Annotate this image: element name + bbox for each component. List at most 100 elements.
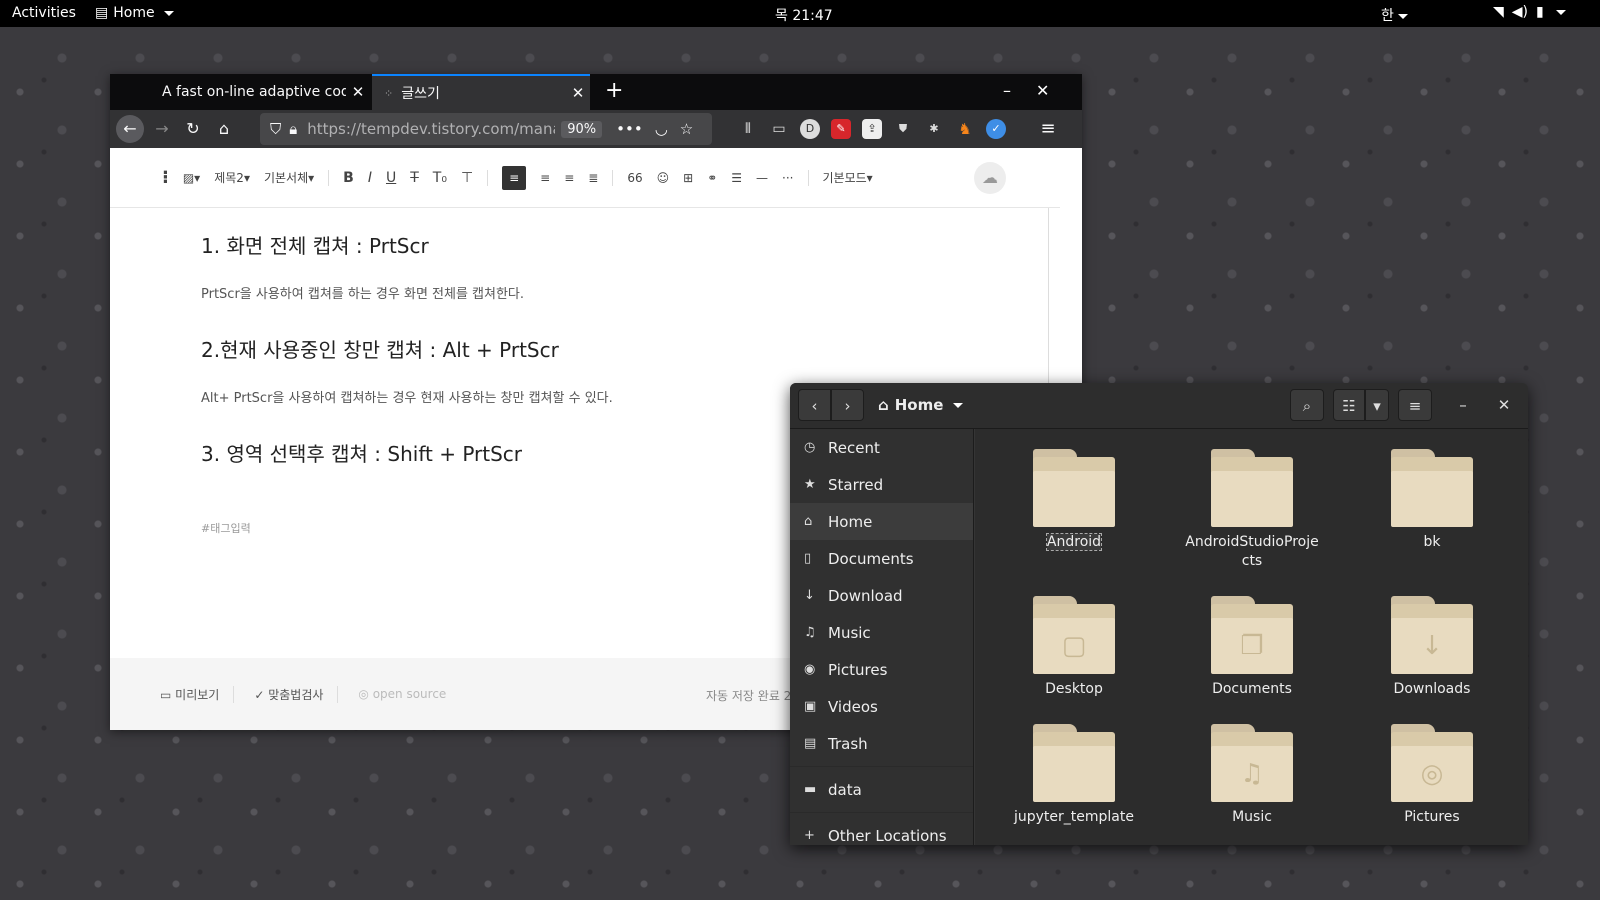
search-icon[interactable]: ⌕	[1290, 389, 1324, 421]
sidebar-item-videos[interactable]: ▣ Videos	[790, 688, 973, 725]
app-menu[interactable]: ▤ Home	[95, 5, 174, 21]
tab-write[interactable]: ⁘ 글쓰기 ✕	[372, 74, 590, 110]
folder-icon	[1033, 724, 1115, 802]
strikethrough-icon[interactable]: T	[410, 170, 419, 186]
bookmark-star-icon[interactable]: ☆	[680, 120, 693, 138]
battery-icon: ▮	[1536, 4, 1544, 20]
zoom-indicator[interactable]: 90%	[561, 120, 603, 138]
table-icon[interactable]: ⊞	[683, 171, 693, 185]
location-button[interactable]: ⌂ Home	[878, 396, 964, 414]
folder-item-pictures[interactable]: ◎ Pictures	[1357, 724, 1507, 827]
input-method-indicator[interactable]: 한	[1381, 5, 1408, 25]
sidebar-item-recent[interactable]: ◷ Recent	[790, 429, 973, 466]
minimize-icon[interactable]: –	[1446, 389, 1480, 421]
blue-extension-icon[interactable]: ✓	[986, 119, 1006, 139]
emoji-icon[interactable]: ☺	[657, 171, 670, 185]
folder-item-androidstudioprojects[interactable]: AndroidStudioProjects	[1177, 449, 1327, 571]
library-icon[interactable]: ⫴	[738, 119, 758, 139]
sidebar-item-home[interactable]: ⌂ Home	[790, 503, 973, 540]
sidebar-item-label: Music	[828, 623, 871, 642]
sidebar-item-starred[interactable]: ★ Starred	[790, 466, 973, 503]
justify-icon[interactable]: ≣	[588, 171, 598, 185]
lock-icon[interactable]: 🔒︎	[289, 120, 297, 138]
sidebar-item-pictures[interactable]: ◉ Pictures	[790, 651, 973, 688]
metamask-icon[interactable]: ♞	[955, 119, 975, 139]
align-center-icon[interactable]: ≡	[540, 171, 550, 185]
list-view-icon[interactable]: ☷	[1333, 389, 1365, 421]
tag-input[interactable]: #태그입력	[201, 520, 251, 536]
red-extension-icon[interactable]: ✎	[831, 119, 851, 139]
back-icon[interactable]: ‹	[798, 389, 831, 421]
sidebar-item-label: Starred	[828, 475, 884, 494]
d-extension-icon[interactable]: D	[800, 119, 820, 139]
tistory-logo-icon[interactable]: ⁝	[162, 167, 169, 188]
bold-icon[interactable]: B	[343, 170, 354, 186]
close-tab-icon[interactable]: ✕	[346, 83, 370, 101]
open-source-link[interactable]: ◎ open source	[358, 687, 446, 701]
forward-button[interactable]: →	[150, 117, 174, 141]
folder-item-desktop[interactable]: ▢ Desktop	[999, 596, 1149, 699]
mode-select[interactable]: 기본모드▾	[823, 169, 873, 186]
forward-icon[interactable]: ›	[831, 389, 864, 421]
sidebar-item-music[interactable]: ♫ Music	[790, 614, 973, 651]
sidebar-item-trash[interactable]: ▤ Trash	[790, 725, 973, 762]
underline-icon[interactable]: U	[386, 170, 396, 186]
trash-icon: ▤	[804, 736, 817, 751]
ublock-icon[interactable]: ⛊	[893, 119, 913, 139]
align-right-icon[interactable]: ≡	[564, 171, 574, 185]
sidebar-item-download[interactable]: ↓ Download	[790, 577, 973, 614]
preview-button[interactable]: ▭ 미리보기	[160, 685, 235, 703]
home-button[interactable]: ⌂	[212, 117, 236, 141]
close-icon[interactable]: ✕	[1487, 389, 1521, 421]
cloud-save-icon[interactable]: ☁	[974, 162, 1006, 194]
post-heading: 1. 화면 전체 캡쳐 : PrtScr	[201, 234, 429, 258]
post-body[interactable]: 1. 화면 전체 캡쳐 : PrtScr PrtScr을 사용하여 캡쳐를 하는…	[201, 230, 613, 491]
folder-item-music[interactable]: ♫ Music	[1177, 724, 1327, 827]
sidebar-item-data[interactable]: ▬ data	[790, 771, 973, 808]
folder-item-documents[interactable]: ❐ Documents	[1177, 596, 1327, 699]
page-actions-icon[interactable]: •••	[616, 120, 643, 138]
folder-item-jupyter-template[interactable]: jupyter_template	[999, 724, 1149, 827]
folder-item-downloads[interactable]: ↓ Downloads	[1357, 596, 1507, 699]
hamburger-menu-icon[interactable]: ≡	[1036, 117, 1060, 141]
view-options-icon[interactable]: ▾	[1365, 389, 1389, 421]
insert-image-icon[interactable]: ▨▾	[183, 171, 200, 185]
clock[interactable]: 목 21:47	[775, 5, 833, 25]
close-window-icon[interactable]: ✕	[1036, 81, 1049, 100]
text-color-icon[interactable]: T₀	[433, 170, 447, 186]
new-tab-button[interactable]: +	[605, 78, 623, 103]
sidebar-icon[interactable]: ▭	[769, 119, 789, 139]
more-icon[interactable]: ···	[782, 171, 793, 185]
upload-extension-icon[interactable]: ⇪	[862, 119, 882, 139]
font-select[interactable]: 기본서체▾	[264, 169, 314, 186]
italic-icon[interactable]: I	[368, 170, 372, 186]
url-bar[interactable]: ⛉ 🔒︎ https://tempdev.tistory.com/manage …	[260, 113, 712, 145]
activities-button[interactable]: Activities	[12, 5, 76, 21]
paw-extension-icon[interactable]: ✱	[924, 119, 944, 139]
pocket-icon[interactable]: ◡	[655, 120, 668, 138]
folder-item-android[interactable]: Android	[999, 449, 1149, 552]
folder-item-bk[interactable]: bk	[1357, 449, 1507, 552]
minimize-icon[interactable]: –	[1003, 81, 1011, 100]
horizontal-rule-icon[interactable]: —	[756, 171, 768, 185]
close-tab-icon[interactable]: ✕	[566, 84, 590, 102]
text-background-icon[interactable]: ⊤	[461, 170, 473, 186]
files-app-icon: ▤	[95, 5, 109, 21]
tab-paper[interactable]: A fast on-line adaptive code ✕	[150, 74, 370, 110]
shield-icon[interactable]: ⛉	[270, 120, 281, 138]
home-icon: ⌂	[878, 396, 889, 414]
reload-button[interactable]: ↻	[181, 117, 205, 141]
sidebar-item-other-locations[interactable]: + Other Locations	[790, 817, 973, 845]
sidebar-item-documents[interactable]: ▯ Documents	[790, 540, 973, 577]
align-left-icon[interactable]: ≡	[502, 165, 527, 190]
spellcheck-button[interactable]: ✓ 맞춤법검사	[254, 685, 339, 703]
url-text[interactable]: https://tempdev.tistory.com/manage	[307, 120, 555, 138]
heading-select[interactable]: 제목2▾	[214, 169, 250, 186]
link-icon[interactable]: ⚭	[707, 171, 717, 185]
quote-icon[interactable]: 66	[627, 171, 642, 185]
font-value: 기본서체	[263, 171, 309, 185]
back-button[interactable]: ←	[116, 115, 144, 143]
hamburger-menu-icon[interactable]: ≡	[1398, 389, 1432, 421]
list-icon[interactable]: ☰	[731, 171, 742, 185]
system-tray[interactable]: ◥ ◀) ▮	[1493, 4, 1566, 20]
